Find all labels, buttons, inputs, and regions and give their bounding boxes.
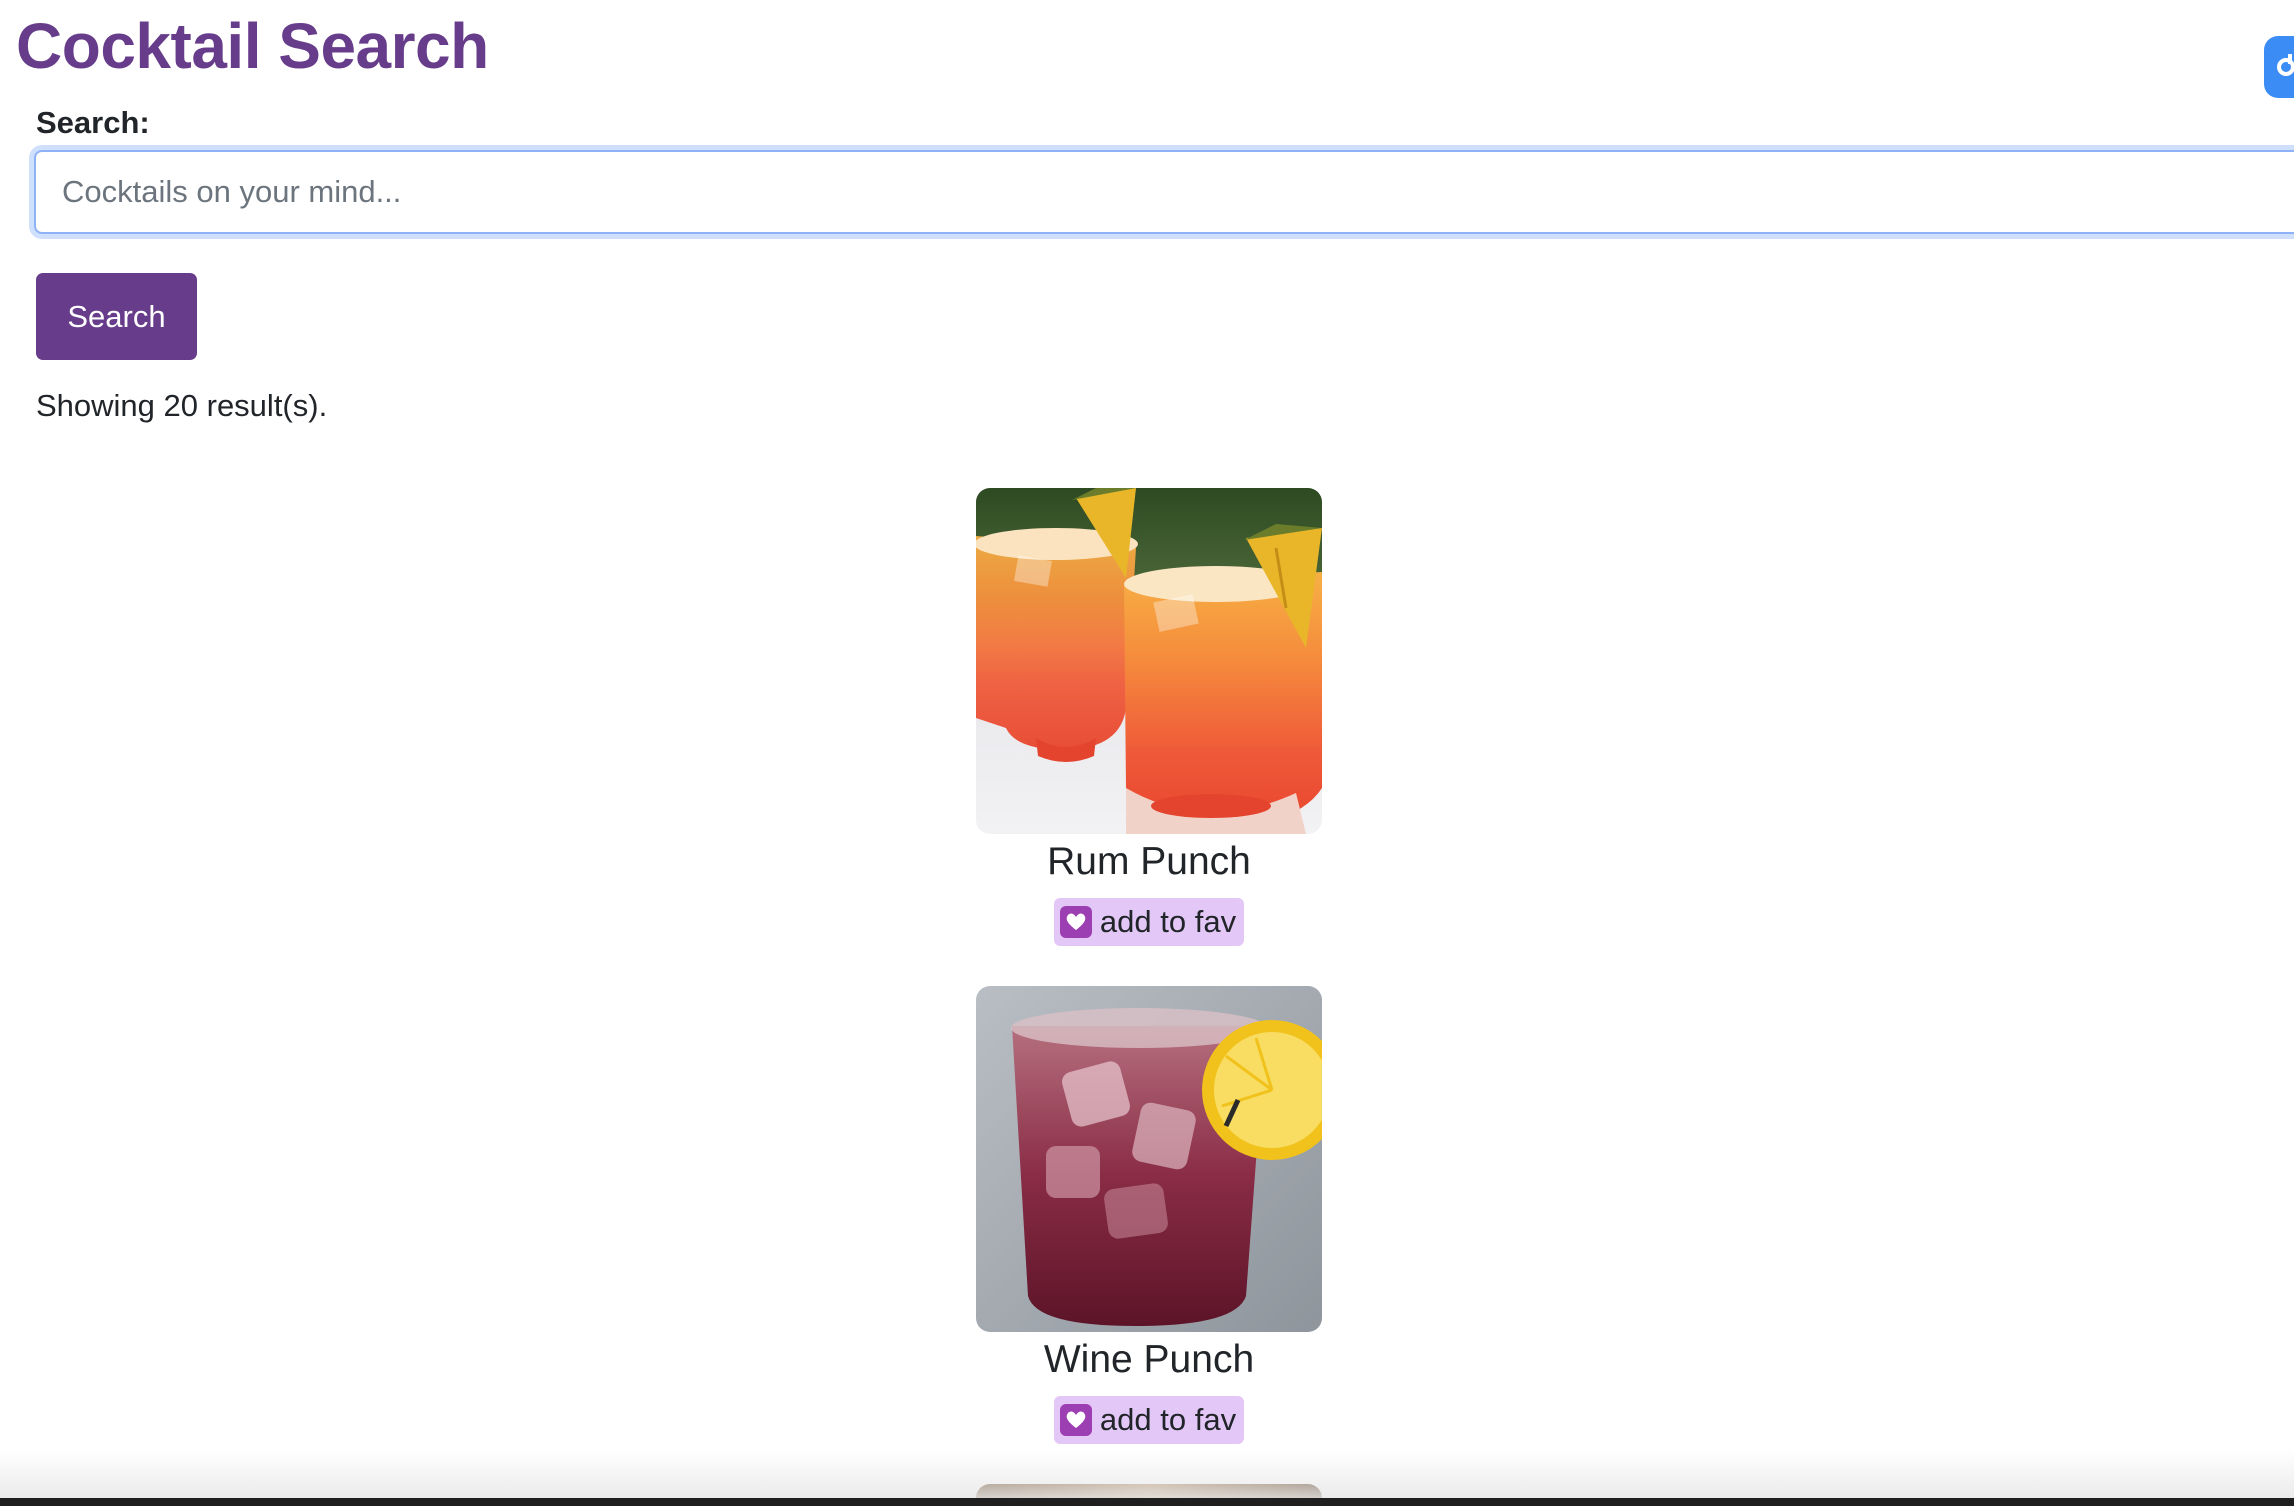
wine-punch-photo[interactable] [976, 986, 1322, 1332]
corner-extension-button[interactable] [2264, 36, 2294, 98]
cocktail-name: Rum Punch [1047, 840, 1251, 883]
extension-icon [2277, 54, 2294, 76]
add-to-fav-button[interactable]: add to fav [1053, 898, 1245, 946]
search-input[interactable] [34, 150, 2294, 234]
window-bottom-edge [0, 1498, 2294, 1506]
rum-punch-photo[interactable] [976, 488, 1322, 834]
cocktail-card: Wine Punch add to fav [976, 986, 1322, 1444]
results-count: Showing 20 result(s). [36, 388, 328, 423]
page-title: Cocktail Search [16, 10, 489, 82]
scroll-fade [0, 1450, 2294, 1500]
fav-label: add to fav [1099, 1402, 1237, 1437]
fav-label: add to fav [1099, 904, 1237, 939]
add-to-fav-button[interactable]: add to fav [1053, 1396, 1245, 1444]
search-button[interactable]: Search [36, 273, 197, 360]
cocktail-name: Wine Punch [1043, 1338, 1255, 1381]
page: Cocktail Search Search: Search Showing 2… [0, 0, 2294, 1506]
heart-icon [1059, 1404, 1092, 1436]
search-label: Search: [36, 105, 150, 140]
cocktail-card: Rum Punch add to fav [976, 488, 1322, 946]
heart-icon [1059, 906, 1092, 938]
